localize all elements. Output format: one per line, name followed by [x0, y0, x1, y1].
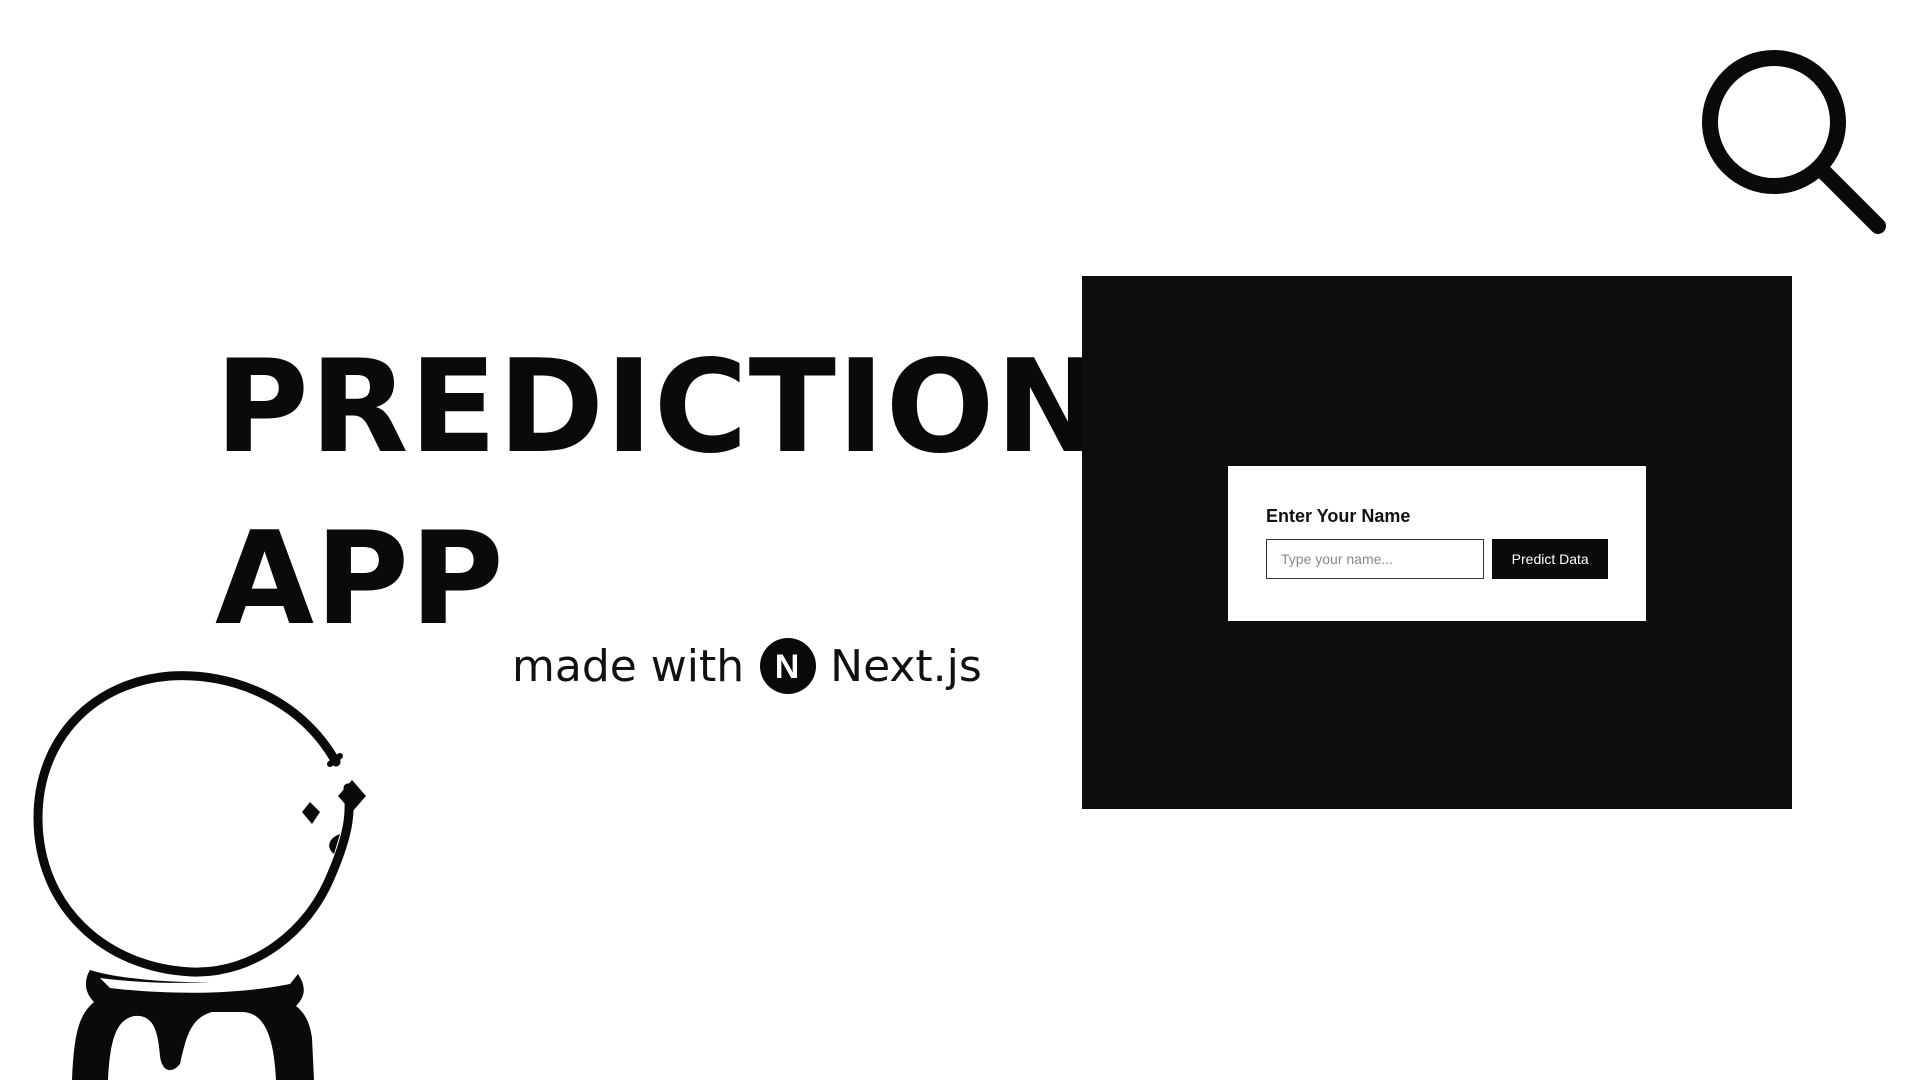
name-input[interactable]	[1266, 539, 1485, 579]
title-line-1: PREDICTION	[215, 333, 1104, 482]
made-with-label: made with	[512, 640, 745, 692]
framework-name: Next.js	[830, 640, 982, 692]
nextjs-logo-icon: N	[760, 638, 817, 694]
page-title: PREDICTION APP	[215, 322, 1104, 666]
name-form-card: Enter Your Name Predict Data	[1228, 466, 1646, 621]
nextjs-logo-letter: N	[775, 648, 800, 686]
made-with-credit: made with N Next.js	[512, 636, 982, 696]
search-icon	[1702, 50, 1886, 234]
app-preview: Enter Your Name Predict Data	[1082, 276, 1792, 809]
slide: PREDICTION APP made with N Next.js Enter…	[0, 0, 1920, 1080]
crystal-ball-icon	[33, 671, 366, 1080]
form-label: Enter Your Name	[1266, 506, 1411, 526]
form-row: Predict Data	[1266, 539, 1608, 579]
predict-data-button[interactable]: Predict Data	[1492, 539, 1608, 579]
